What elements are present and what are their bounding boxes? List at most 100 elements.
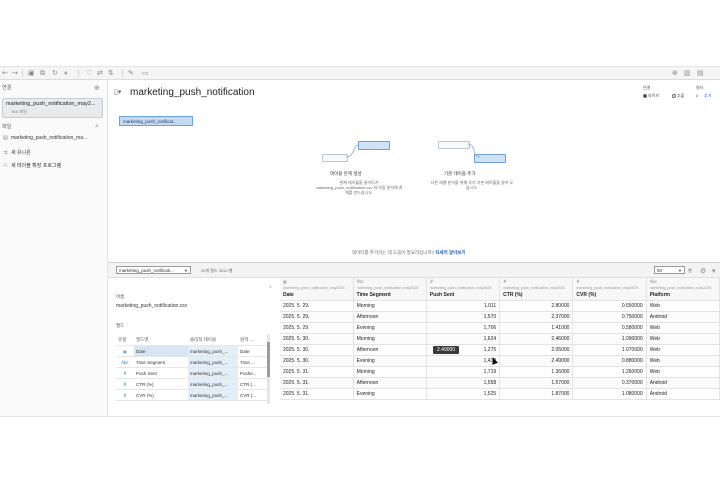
table-cell[interactable]: 2025. 5. 29. xyxy=(280,300,354,312)
table-cell[interactable]: 1,706 xyxy=(426,322,501,334)
data-source-card[interactable]: marketing_push_notification_may2... Text… xyxy=(2,98,103,118)
sidebar-item-file[interactable]: ▤ marketing_push_notification_ma... xyxy=(3,135,87,141)
table-cell[interactable]: 2025. 5. 30. xyxy=(280,333,354,345)
forward-icon[interactable]: → xyxy=(12,68,18,78)
table-cell[interactable]: 2025. 5. 30. xyxy=(280,355,354,367)
table-cell[interactable]: Evening xyxy=(353,322,427,334)
table-cell[interactable]: 1.070000 xyxy=(572,344,647,356)
table-cell[interactable]: 2.37000 xyxy=(499,311,574,323)
table-cell[interactable]: 1.090000 xyxy=(572,333,647,345)
learn-more-link[interactable]: 자세히 알아보기 xyxy=(435,250,465,255)
table-cell[interactable]: Morning xyxy=(353,300,427,312)
table-cell[interactable]: Web xyxy=(646,366,720,378)
rows-select[interactable]: 50 ▼ xyxy=(654,266,685,274)
table-cell[interactable]: 1.57000 xyxy=(499,377,574,389)
table-cell[interactable]: Evening xyxy=(353,388,427,400)
table-cell[interactable]: 2025. 5. 30. xyxy=(280,344,354,356)
table-cell[interactable]: Web xyxy=(646,322,720,334)
column-name[interactable]: CVR (%) xyxy=(576,291,642,300)
table-cell[interactable]: Afternoon xyxy=(353,311,427,323)
table-cell[interactable]: 2025. 5. 31. xyxy=(280,388,354,400)
table-cell[interactable]: Morning xyxy=(353,366,427,378)
connection-live-radio[interactable]: 라이브 xyxy=(643,93,659,99)
canvas-table-node[interactable]: marketing_push_notificat... xyxy=(119,116,193,126)
table-cell[interactable]: 0.650000 xyxy=(572,300,647,312)
table-cell[interactable]: Afternoon xyxy=(353,344,427,356)
table-cell[interactable]: Android xyxy=(646,377,720,389)
table-cell[interactable]: 1,719 xyxy=(426,366,501,378)
field-name[interactable]: CTR (%) xyxy=(134,378,188,390)
fields-scrollbar[interactable] xyxy=(267,334,270,404)
sidebar-item-table-extension[interactable]: ⚇ 새 테이블 확장 프로그램 xyxy=(3,162,61,169)
sidebar-item-new-union[interactable]: ⇉ 새 유니온 xyxy=(3,149,31,156)
column-name[interactable]: Date xyxy=(283,291,350,300)
table-cell[interactable]: Web xyxy=(646,333,720,345)
column-header[interactable]: # marketing_push_notification_may2025 CTR … xyxy=(499,278,574,301)
table-cell[interactable]: 2.49000 xyxy=(499,355,574,367)
collapse-icon[interactable]: ‹ xyxy=(269,282,272,292)
connection-extract-radio[interactable]: 추출 xyxy=(672,93,684,99)
new-datasource-icon[interactable]: ▣ xyxy=(28,68,35,78)
table-cell[interactable]: 2025. 5. 29. xyxy=(280,322,354,334)
table-cell[interactable]: 1,525 xyxy=(426,388,501,400)
table-cell[interactable]: 2.80000 xyxy=(499,300,574,312)
table-cell[interactable]: 1,624 xyxy=(426,333,501,345)
field-row[interactable]: # CTR (%) marketing_push_... CTR (... xyxy=(116,378,268,390)
page-title[interactable]: marketing_push_notification xyxy=(130,87,255,98)
swap-icon[interactable]: ⇄ xyxy=(97,68,103,78)
scrollbar-thumb[interactable] xyxy=(267,342,270,377)
column-header[interactable]: ▦ marketing_push_notification_may2025 Date xyxy=(280,278,354,301)
field-row[interactable]: # CVR (%) marketing_push_... CVR (... xyxy=(116,389,268,401)
column-header[interactable]: Abc marketing_push_notification_may2025 Pl… xyxy=(646,278,720,301)
field-row[interactable]: Abc Time Segment marketing_push_... Time ..… xyxy=(116,356,268,368)
present-icon[interactable]: ▭ xyxy=(142,68,149,78)
field-name[interactable]: CVR (%) xyxy=(134,389,188,401)
filter-add-link[interactable]: 추가 xyxy=(704,93,711,99)
refresh-icon[interactable]: ↻ xyxy=(52,68,58,78)
table-cell[interactable]: 1.260000 xyxy=(572,366,647,378)
pause-icon[interactable]: ⏸ xyxy=(64,68,68,78)
table-cell[interactable]: 2.46000 xyxy=(499,333,574,345)
field-name[interactable]: Date xyxy=(134,345,188,357)
table-cell[interactable]: 2.05000 xyxy=(499,344,574,356)
table-cell[interactable]: Morning xyxy=(353,333,427,345)
column-name[interactable]: CTR (%) xyxy=(503,291,569,300)
add-connection-icon[interactable]: ⊕ xyxy=(94,83,100,93)
table-cell[interactable]: 2025. 5. 31. xyxy=(280,366,354,378)
column-header[interactable]: Abc marketing_push_notification_may2025 Ti… xyxy=(353,278,427,301)
table-cell[interactable]: 2025. 5. 31. xyxy=(280,377,354,389)
table-cell[interactable]: 1,011 xyxy=(426,300,501,312)
search-icon[interactable]: ⌕ xyxy=(95,121,99,131)
table-cell[interactable]: 1,570 xyxy=(426,311,501,323)
column-header[interactable]: # marketing_push_notification_may2025 CVR … xyxy=(572,278,647,301)
table-cell[interactable]: Android xyxy=(646,311,720,323)
table-cell[interactable]: 2025. 5. 29. xyxy=(280,311,354,323)
table-cell[interactable]: 0.580000 xyxy=(572,322,647,334)
table-cell[interactable]: 1.87000 xyxy=(499,388,574,400)
sort-icon[interactable]: ⇅ xyxy=(108,68,114,78)
column-name[interactable]: Time Segment xyxy=(357,291,423,300)
chart-icon[interactable]: ♡ xyxy=(86,68,92,78)
table-cell[interactable]: Web xyxy=(646,300,720,312)
table-cell[interactable]: 1,432 xyxy=(426,355,501,367)
table-cell[interactable]: Evening xyxy=(353,355,427,367)
table-cell[interactable]: Web xyxy=(646,344,720,356)
field-name[interactable]: Time Segment xyxy=(134,356,188,368)
table-cell[interactable]: 0.370000 xyxy=(572,377,647,389)
back-icon[interactable]: ← xyxy=(2,68,8,78)
field-row[interactable]: ▦ Date marketing_push_... Date xyxy=(116,345,268,357)
highlight-icon[interactable]: ✎ xyxy=(128,68,134,78)
table-cell[interactable]: Afternoon xyxy=(353,377,427,389)
chevron-down-icon[interactable]: ▾ xyxy=(712,266,716,276)
gear-icon[interactable]: ⚙ xyxy=(700,266,706,276)
show-me-label-icon[interactable]: ▤ xyxy=(697,68,704,78)
save-icon[interactable]: ⧉ xyxy=(40,68,45,78)
table-cell[interactable]: 0.880000 xyxy=(572,355,647,367)
column-name[interactable]: Push Sent xyxy=(430,291,496,300)
share-icon[interactable]: ⊕ xyxy=(672,68,678,78)
show-me-icon[interactable]: ▥ xyxy=(684,68,691,78)
table-cell[interactable]: 1.36000 xyxy=(499,366,574,378)
table-cell[interactable]: 1,558 xyxy=(426,377,501,389)
table-select[interactable]: marketing_push_notificati... ▼ xyxy=(116,266,191,274)
column-name[interactable]: Platform xyxy=(650,291,716,300)
